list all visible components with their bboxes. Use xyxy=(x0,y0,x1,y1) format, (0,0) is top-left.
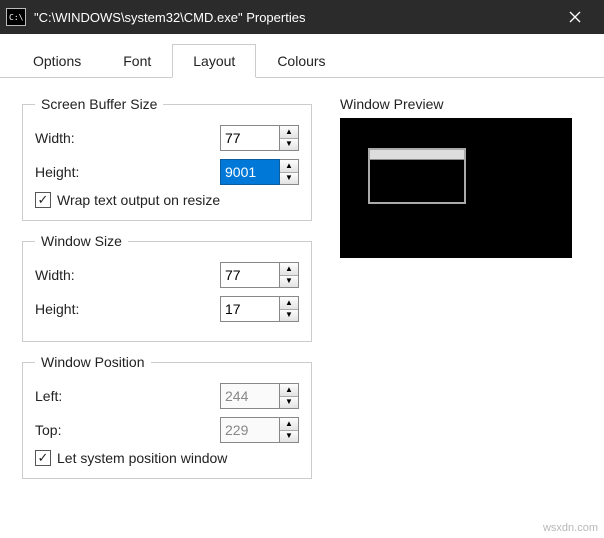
cmd-icon xyxy=(6,8,26,26)
win-width-input[interactable] xyxy=(220,262,280,288)
syspos-label: Let system position window xyxy=(57,450,227,466)
win-height-down[interactable]: ▼ xyxy=(280,309,298,321)
preview-mini-window xyxy=(368,148,466,204)
syspos-checkbox[interactable]: ✓ xyxy=(35,450,51,466)
win-width-up[interactable]: ▲ xyxy=(280,263,298,275)
watermark: wsxdn.com xyxy=(543,522,598,534)
close-button[interactable] xyxy=(552,0,598,34)
tab-layout[interactable]: Layout xyxy=(172,44,256,78)
group-window-position: Window Position Left: ▲▼ Top: ▲▼ ✓ Let s… xyxy=(22,354,312,479)
win-height-input[interactable] xyxy=(220,296,280,322)
label-win-width: Width: xyxy=(35,267,220,283)
buffer-height-spinner[interactable]: ▲▼ xyxy=(220,158,299,186)
label-buffer-height: Height: xyxy=(35,164,220,180)
pos-left-input[interactable] xyxy=(220,383,280,409)
left-column: Screen Buffer Size Width: ▲▼ Height: ▲▼ … xyxy=(22,96,312,491)
win-width-down[interactable]: ▼ xyxy=(280,275,298,287)
tab-bar: Options Font Layout Colours xyxy=(0,34,604,78)
label-pos-top: Top: xyxy=(35,422,220,438)
preview-mini-titlebar xyxy=(370,150,464,160)
legend-window-position: Window Position xyxy=(35,354,151,370)
tab-font[interactable]: Font xyxy=(102,44,172,78)
titlebar-left: "C:\WINDOWS\system32\CMD.exe" Properties xyxy=(6,8,305,26)
win-height-spinner[interactable]: ▲▼ xyxy=(220,295,299,323)
window-preview xyxy=(340,118,572,258)
wrap-checkbox-row[interactable]: ✓ Wrap text output on resize xyxy=(35,192,299,208)
group-screen-buffer: Screen Buffer Size Width: ▲▼ Height: ▲▼ … xyxy=(22,96,312,221)
pos-top-down[interactable]: ▼ xyxy=(280,430,298,442)
buffer-height-down[interactable]: ▼ xyxy=(280,172,298,184)
buffer-width-input[interactable] xyxy=(220,125,280,151)
label-win-height: Height: xyxy=(35,301,220,317)
pos-top-input[interactable] xyxy=(220,417,280,443)
pos-left-spinner[interactable]: ▲▼ xyxy=(220,382,299,410)
pos-top-up[interactable]: ▲ xyxy=(280,418,298,430)
legend-window-size: Window Size xyxy=(35,233,128,249)
pos-left-down[interactable]: ▼ xyxy=(280,396,298,408)
legend-screen-buffer: Screen Buffer Size xyxy=(35,96,163,112)
buffer-height-input[interactable] xyxy=(220,159,280,185)
wrap-checkbox[interactable]: ✓ xyxy=(35,192,51,208)
wrap-label: Wrap text output on resize xyxy=(57,192,220,208)
group-window-size: Window Size Width: ▲▼ Height: ▲▼ xyxy=(22,233,312,342)
win-height-up[interactable]: ▲ xyxy=(280,297,298,309)
tab-colours[interactable]: Colours xyxy=(256,44,346,78)
window-title: "C:\WINDOWS\system32\CMD.exe" Properties xyxy=(34,10,305,25)
titlebar: "C:\WINDOWS\system32\CMD.exe" Properties xyxy=(0,0,604,34)
close-icon xyxy=(569,11,581,23)
buffer-height-up[interactable]: ▲ xyxy=(280,160,298,172)
preview-label: Window Preview xyxy=(340,96,582,112)
label-buffer-width: Width: xyxy=(35,130,220,146)
label-pos-left: Left: xyxy=(35,388,220,404)
buffer-width-down[interactable]: ▼ xyxy=(280,138,298,150)
right-column: Window Preview xyxy=(340,96,582,491)
pos-top-spinner[interactable]: ▲▼ xyxy=(220,416,299,444)
content-area: Screen Buffer Size Width: ▲▼ Height: ▲▼ … xyxy=(0,78,604,509)
pos-left-up[interactable]: ▲ xyxy=(280,384,298,396)
win-width-spinner[interactable]: ▲▼ xyxy=(220,261,299,289)
tab-options[interactable]: Options xyxy=(12,44,102,78)
buffer-width-up[interactable]: ▲ xyxy=(280,126,298,138)
syspos-checkbox-row[interactable]: ✓ Let system position window xyxy=(35,450,299,466)
buffer-width-spinner[interactable]: ▲▼ xyxy=(220,124,299,152)
